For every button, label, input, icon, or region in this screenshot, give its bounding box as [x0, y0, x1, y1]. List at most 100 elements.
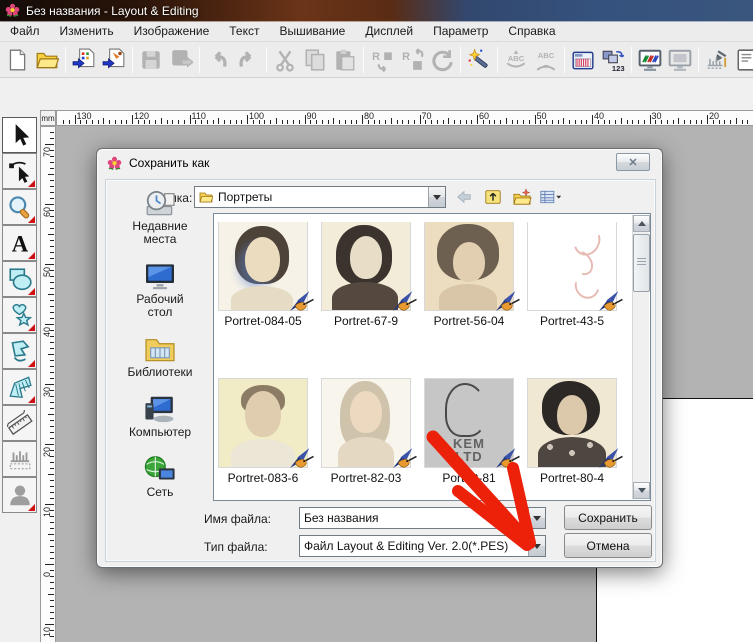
- sew-order-icon[interactable]: 123: [598, 45, 628, 75]
- filename-label: Имя файла:: [204, 512, 271, 526]
- file-item-7[interactable]: KEMLTDPortret-81: [425, 379, 513, 499]
- pes-file-bird-icon: [493, 447, 520, 470]
- file-thumbnail: [528, 222, 616, 310]
- dialog-nav-buttons: [453, 187, 562, 207]
- place-item-1[interactable]: Недавниеместа: [132, 189, 187, 246]
- stitch-edit-tool[interactable]: [2, 441, 37, 477]
- point-edit-tool[interactable]: [2, 153, 37, 189]
- file-item-2[interactable]: Portret-67-9: [322, 222, 410, 342]
- file-thumbnail: [528, 379, 616, 467]
- toolbar-group-4: [203, 45, 263, 75]
- save-icon: [136, 45, 166, 75]
- save-button[interactable]: Сохранить: [564, 505, 652, 530]
- menu-item-8[interactable]: Справка: [498, 22, 565, 41]
- portrait-tool[interactable]: [2, 477, 37, 513]
- scrollbar-thumb[interactable]: [633, 234, 650, 292]
- view-menu-icon: [540, 188, 562, 206]
- file-item-label: Portret-67-9: [334, 314, 398, 328]
- svg-text:R: R: [372, 51, 380, 63]
- file-list-scrollbar[interactable]: [632, 215, 649, 499]
- folder-combobox[interactable]: Портреты: [194, 186, 446, 208]
- up-folder-icon: [483, 188, 503, 206]
- place-item-4[interactable]: Компьютер: [129, 395, 191, 439]
- pes-file-bird-icon: [287, 447, 314, 470]
- toolbar-separator: [132, 47, 133, 73]
- pes-file-bird-icon: [287, 290, 314, 313]
- desktop-icon: [143, 262, 177, 290]
- dialog-flower-icon: [107, 156, 122, 171]
- file-item-5[interactable]: Portret-083-6: [219, 379, 307, 499]
- menu-item-7[interactable]: Параметр: [423, 22, 498, 41]
- screen-view-icon[interactable]: [665, 45, 695, 75]
- zoom-tool[interactable]: [2, 189, 37, 225]
- design-property-icon[interactable]: [732, 45, 753, 75]
- toolbar-group-5: [270, 45, 360, 75]
- filename-combobox[interactable]: Без названия: [299, 507, 546, 529]
- filetype-dropdown-arrow-icon[interactable]: [528, 536, 545, 556]
- toolbar-separator: [363, 47, 364, 73]
- horizontal-ruler: 1301201101009080706050403020: [56, 110, 753, 126]
- folder-dropdown-arrow-icon[interactable]: [428, 187, 445, 207]
- new-file-icon[interactable]: [2, 45, 32, 75]
- import-design-icon[interactable]: [69, 45, 99, 75]
- menu-item-2[interactable]: Изменить: [50, 22, 124, 41]
- menu-item-4[interactable]: Текст: [219, 22, 269, 41]
- dialog-title-bar[interactable]: Сохранить как: [97, 149, 662, 177]
- back-icon: [454, 188, 474, 206]
- toolbar-separator: [65, 47, 66, 73]
- file-item-4[interactable]: Portret-43-5: [528, 222, 616, 342]
- manual-punch-tool[interactable]: [2, 369, 37, 405]
- file-item-8[interactable]: Portret-80-4: [528, 379, 616, 499]
- place-item-2[interactable]: Рабочийстол: [136, 262, 183, 319]
- place-item-5[interactable]: Сеть: [143, 455, 177, 499]
- scroll-down-icon[interactable]: [633, 482, 650, 499]
- view-menu-button[interactable]: [540, 187, 562, 207]
- filename-dropdown-arrow-icon[interactable]: [528, 508, 545, 528]
- file-item-6[interactable]: Portret-82-03: [322, 379, 410, 499]
- pes-file-bird-icon: [390, 290, 417, 313]
- dialog-close-button[interactable]: ✕: [616, 153, 650, 171]
- filetype-combobox[interactable]: Файл Layout & Editing Ver. 2.0(*.PES): [299, 535, 546, 557]
- magic-wand-icon[interactable]: [464, 45, 494, 75]
- menu-item-3[interactable]: Изображение: [124, 22, 220, 41]
- cancel-button[interactable]: Отмена: [564, 533, 652, 558]
- copy-icon: [300, 45, 330, 75]
- fancy-shapes-tool[interactable]: [2, 297, 37, 333]
- toolbar-group-9: 123: [568, 45, 628, 75]
- thread-palette-icon[interactable]: [568, 45, 598, 75]
- file-list[interactable]: Portret-084-05Portret-67-9Portret-56-04P…: [213, 213, 651, 501]
- save-as-dialog: Сохранить как ✕ Папка: Портреты Недавние…: [96, 148, 663, 568]
- measure-tool[interactable]: [2, 405, 37, 441]
- new-folder-button[interactable]: [511, 187, 533, 207]
- menu-item-6[interactable]: Дисплей: [355, 22, 423, 41]
- realistic-view-icon[interactable]: [635, 45, 665, 75]
- file-thumbnail: [425, 222, 513, 310]
- toolbar-group-3: [136, 45, 196, 75]
- toolbar-separator: [631, 47, 632, 73]
- select-tool[interactable]: [2, 117, 37, 153]
- stitch-simulator-icon[interactable]: [702, 45, 732, 75]
- menu-item-1[interactable]: Файл: [0, 22, 50, 41]
- new-folder-icon: [512, 188, 532, 206]
- file-item-label: Portret-80-4: [540, 471, 604, 485]
- toolbar-separator: [199, 47, 200, 73]
- file-item-label: Portret-083-6: [228, 471, 299, 485]
- file-item-1[interactable]: Portret-084-05: [219, 222, 307, 342]
- toolbar-separator: [460, 47, 461, 73]
- outline-tool[interactable]: [2, 333, 37, 369]
- title-bar: Без названия - Layout & Editing: [0, 0, 753, 22]
- open-file-icon[interactable]: [32, 45, 62, 75]
- file-item-3[interactable]: Portret-56-04: [425, 222, 513, 342]
- menu-item-5[interactable]: Вышивание: [269, 22, 355, 41]
- undo-icon: [203, 45, 233, 75]
- import-image-icon[interactable]: [99, 45, 129, 75]
- back-button[interactable]: [453, 187, 475, 207]
- pes-file-bird-icon: [390, 447, 417, 470]
- basic-shapes-tool[interactable]: [2, 261, 37, 297]
- place-item-3[interactable]: Библиотеки: [127, 335, 192, 379]
- up-folder-button[interactable]: [482, 187, 504, 207]
- place-label: Компьютер: [129, 426, 191, 439]
- text-tool[interactable]: A: [2, 225, 37, 261]
- scroll-up-icon[interactable]: [633, 215, 650, 232]
- rotate-icon: [427, 45, 457, 75]
